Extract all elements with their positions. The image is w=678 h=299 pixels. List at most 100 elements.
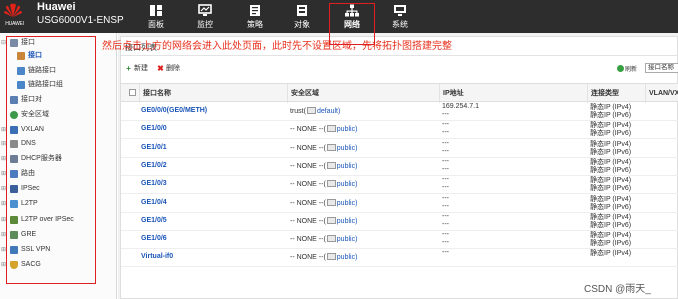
connection-type-cell: 静态IP (IPv4) 静态IP (IPv6) — [590, 122, 631, 138]
zone-icon — [306, 107, 316, 114]
zone-link[interactable]: public) — [337, 181, 358, 188]
table-row[interactable]: GE1/0/1 -- NONE --(public) --- --- 静态IP (IPv… — [121, 140, 678, 158]
zone-icon — [326, 216, 336, 224]
ip-address-v4: --- — [442, 249, 449, 257]
huawei-logo: HUAWEI — [0, 1, 29, 31]
connection-type-v4: 静态IP (IPv4) — [590, 195, 632, 203]
zone-icon — [326, 143, 336, 151]
ip-address-v6: --- — [442, 220, 449, 228]
connection-type-v6: 静态IP (IPv6) — [590, 221, 632, 229]
header-interface-name[interactable]: 接口名称 — [139, 84, 171, 103]
ip-address-cell: --- --- — [442, 121, 449, 137]
table-row[interactable]: GE1/0/0 -- NONE --(public) --- --- 静态IP (IPv… — [121, 121, 678, 140]
connection-type-v4: 静态IP (IPv4) — [590, 232, 632, 240]
header-connection-type[interactable]: 连接类型 — [587, 84, 619, 103]
zone-link[interactable]: public) — [337, 126, 358, 133]
header-security-zone[interactable]: 安全区域 — [287, 84, 319, 103]
zone-link[interactable]: public) — [337, 200, 358, 207]
zone-link[interactable]: default) — [317, 108, 340, 115]
select-all-checkbox[interactable] — [129, 89, 136, 96]
interface-name-link[interactable]: GE1/0/1 — [141, 144, 167, 152]
interface-list-panel: 接口列表 + 新建 ✖ 删除 刷新 接口名称 接口名称 安全区域 IP地址 连接类型… — [120, 36, 678, 299]
logo-wordmark: HUAWEI — [5, 21, 24, 27]
zone-link[interactable]: public) — [337, 254, 358, 261]
nav-object-label: 对象 — [294, 20, 310, 29]
highlight-box-network — [329, 3, 375, 45]
interface-name-link[interactable]: GE1/0/3 — [141, 180, 167, 188]
table-row[interactable]: GE1/0/4 -- NONE --(public) --- --- 静态IP (IPv… — [121, 195, 678, 213]
new-button[interactable]: + 新建 — [125, 63, 148, 73]
nav-system-label: 系统 — [392, 20, 408, 29]
ip-address-v6: --- — [442, 129, 449, 137]
zone-icon — [326, 180, 336, 188]
connection-type-v4: 静态IP (IPv4) — [590, 213, 632, 221]
ip-address-v4: --- — [442, 121, 449, 129]
table-row[interactable]: GE1/0/5 -- NONE --(public) --- --- 静态IP (IPv… — [121, 213, 678, 231]
ip-address-cell: 169.254.7.1 --- — [442, 103, 479, 119]
security-zone-cell: -- NONE --( public) — [290, 161, 358, 171]
search-field[interactable]: 接口名称 — [645, 63, 678, 73]
ip-address-cell: --- --- — [442, 158, 449, 174]
interface-name-link[interactable]: GE1/0/4 — [141, 199, 167, 207]
huawei-flower-icon — [4, 3, 22, 18]
nav-policy[interactable]: 策略 — [235, 0, 275, 33]
table-row[interactable]: Virtual-if0 -- NONE --(public) --- 静态IP (IP… — [121, 249, 678, 268]
interface-name-link[interactable]: GE1/0/6 — [141, 235, 167, 243]
connection-type-v6: 静态IP (IPv6) — [590, 148, 632, 156]
connection-type-v6: 静态IP (IPv6) — [590, 240, 632, 248]
nav-dashboard[interactable]: 面板 — [136, 0, 176, 33]
security-zone-cell: -- NONE --(public) — [290, 216, 358, 226]
zone-prefix: -- NONE --( — [290, 181, 326, 189]
interface-name-link[interactable]: Virtual-if0 — [141, 253, 173, 261]
divider — [121, 55, 678, 56]
ip-address-v4: --- — [442, 139, 449, 147]
interface-name-link[interactable]: GE1/0/2 — [141, 162, 167, 170]
interface-name-link[interactable]: GE0/0/0(GE0/METH) — [141, 107, 207, 115]
header-vlan-vxlan[interactable]: VLAN/VXLAN — [645, 84, 678, 103]
brand-name: Huawei — [37, 1, 76, 13]
table-row[interactable]: GE1/0/2 -- NONE --( public) --- --- 静态IP (IPv… — [121, 158, 678, 176]
header-ip-address[interactable]: IP地址 — [439, 84, 464, 103]
connection-type-v6: 静态IP (IPv6) — [590, 112, 632, 119]
interface-name-link[interactable]: GE1/0/0 — [141, 125, 167, 133]
nav-dashboard-label: 面板 — [148, 20, 164, 29]
connection-type-cell: 静态IP (IPv4) 静态IP (IPv6) — [590, 177, 631, 193]
ip-address-v6: --- — [442, 111, 449, 118]
connection-type-cell: 静态IP (IPv4) 静态IP (IPv6) — [590, 196, 631, 212]
zone-prefix: -- NONE --( — [290, 236, 326, 244]
plus-icon: + — [126, 64, 131, 73]
ip-address-v6: --- — [442, 202, 449, 210]
ip-address-cell: --- --- — [442, 213, 449, 229]
connection-type-v4: 静态IP (IPv4) — [590, 250, 632, 258]
table-row[interactable]: GE1/0/6 -- NONE --( public) --- --- 静态IP (IPv… — [121, 231, 678, 250]
nav-system[interactable]: 系统 — [380, 0, 420, 33]
table-row[interactable]: GE0/0/0(GE0/METH) trust(default) 169.254.7… — [121, 103, 678, 121]
zone-link[interactable]: public) — [337, 218, 358, 225]
nav-monitor[interactable]: 监控 — [185, 0, 225, 33]
zone-icon — [326, 253, 336, 261]
security-zone-cell: -- NONE --( public) — [290, 235, 357, 244]
zone-link[interactable]: public) — [337, 163, 358, 170]
security-zone-cell: -- NONE --( public) — [290, 180, 357, 189]
delete-button[interactable]: ✖ 删除 — [157, 63, 180, 73]
refresh-button[interactable]: 刷新 — [617, 64, 637, 73]
table-row[interactable]: GE1/0/3 -- NONE --(public) --- --- 静态IP (IPv… — [121, 176, 678, 195]
system-icon — [394, 5, 406, 16]
connection-type-v4: 静态IP (IPv4) — [590, 140, 632, 148]
connection-type-cell: 静态IP (IPv4) 静态IP (IPv6) — [590, 104, 631, 120]
zone-link[interactable]: public) — [337, 145, 358, 152]
ip-address-v4: --- — [442, 194, 449, 202]
refresh-label: 刷新 — [625, 67, 638, 73]
nav-object[interactable]: 对象 — [282, 0, 322, 33]
connection-type-v6: 静态IP (IPv6) — [590, 203, 632, 211]
ip-address-v4: --- — [442, 176, 449, 184]
security-zone-cell: trust(default) — [290, 107, 340, 116]
connection-type-v6: 静态IP (IPv6) — [590, 166, 632, 174]
ip-address-cell: --- --- — [442, 231, 449, 247]
refresh-icon — [617, 65, 624, 72]
interface-name-link[interactable]: GE1/0/5 — [141, 217, 167, 225]
ip-address-cell: --- --- — [442, 195, 449, 211]
zone-link[interactable]: public) — [337, 236, 358, 243]
zone-icon — [326, 235, 336, 243]
zone-prefix: -- NONE --( — [290, 162, 326, 170]
